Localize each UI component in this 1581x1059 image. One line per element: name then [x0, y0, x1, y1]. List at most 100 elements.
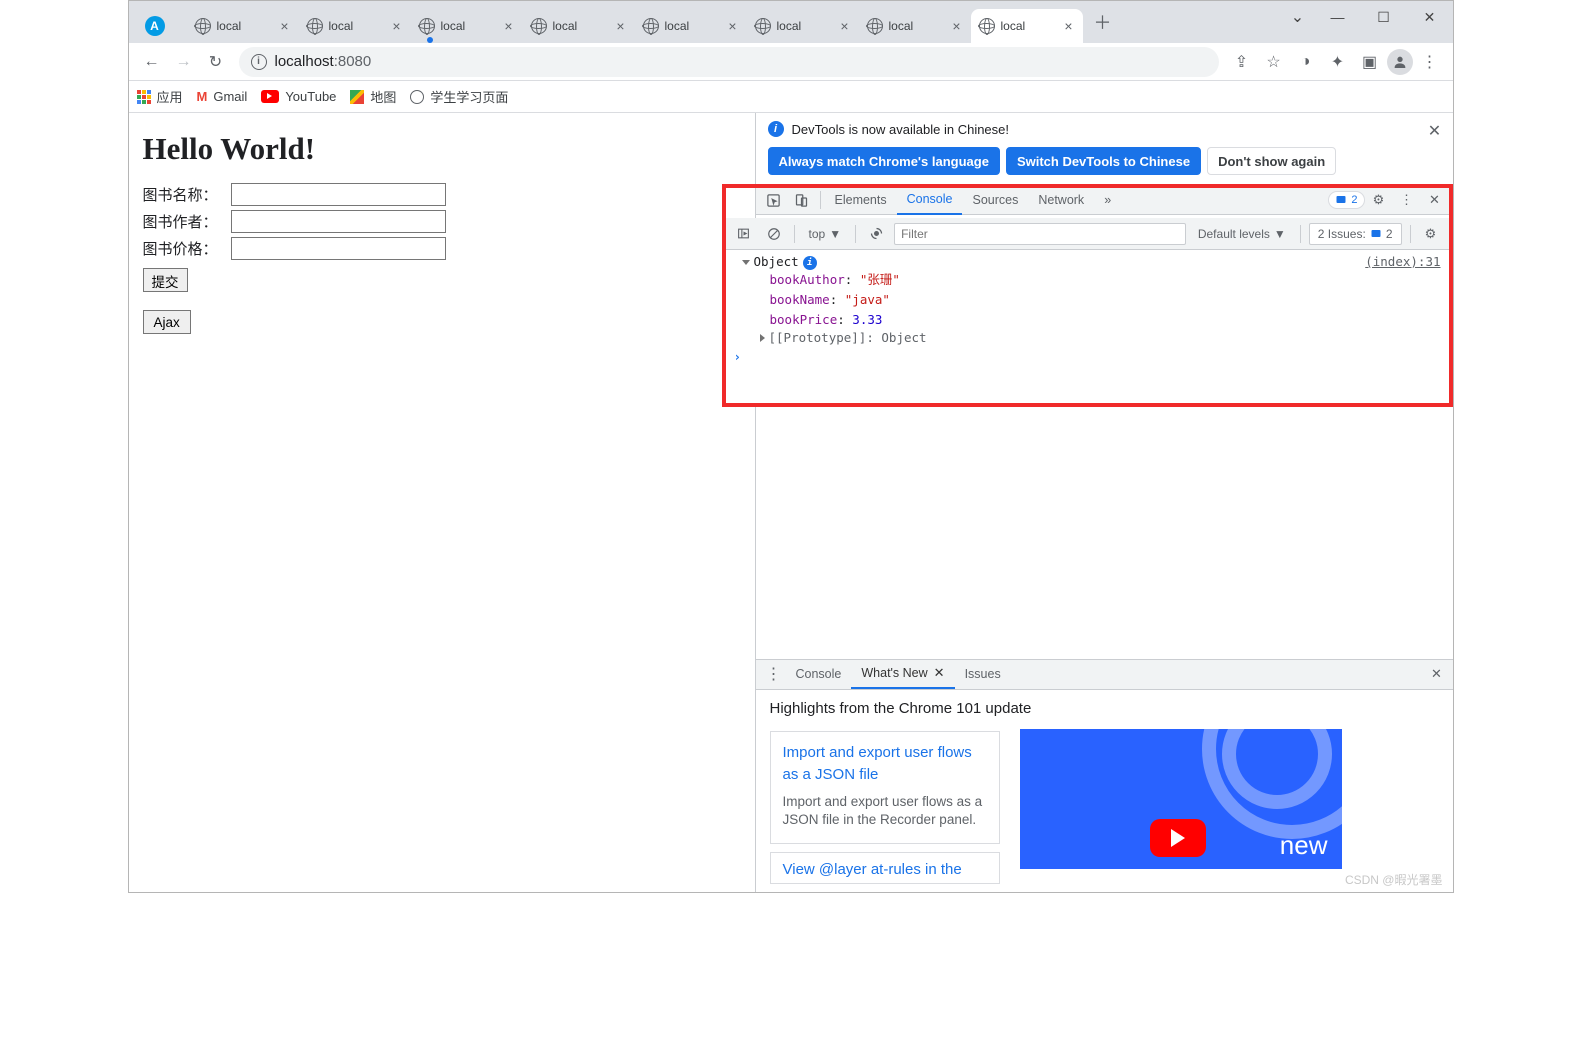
bookmark-gmail[interactable]: MGmail	[197, 89, 248, 104]
minimize-button[interactable]: —	[1315, 2, 1361, 32]
tab-4[interactable]: local×	[523, 9, 635, 43]
tab-5[interactable]: local×	[635, 9, 747, 43]
banner-switch-chinese-button[interactable]: Switch DevTools to Chinese	[1006, 147, 1201, 175]
bookmark-apps[interactable]: 应用	[137, 87, 183, 106]
reload-button[interactable]: ↻	[201, 47, 231, 77]
drawer-tabbar: ⋮ Console What's New✕ Issues ✕	[756, 660, 1453, 690]
bookmark-star-icon[interactable]: ☆	[1259, 47, 1289, 77]
submit-button[interactable]: 提交	[143, 268, 188, 292]
whatsnew-card-2[interactable]: View @layer at-rules in the	[770, 852, 1000, 884]
live-expression-icon[interactable]	[864, 222, 888, 246]
close-icon[interactable]: ✕	[934, 665, 945, 681]
banner-always-match-button[interactable]: Always match Chrome's language	[768, 147, 1000, 175]
console-prompt[interactable]: ›	[732, 345, 1441, 364]
form-row-bookauthor: 图书作者：	[143, 210, 741, 233]
tab-app[interactable]: A	[137, 9, 187, 43]
banner-dont-show-button[interactable]: Don't show again	[1207, 147, 1336, 175]
tab-6[interactable]: local ×	[747, 9, 859, 43]
page-heading: Hello World!	[143, 131, 741, 167]
console-issues-button[interactable]: 2 Issues: 2	[1309, 223, 1402, 245]
drawer-close-icon[interactable]: ✕	[1427, 664, 1447, 684]
console-output[interactable]: (index):31 Objecti bookAuthor: "张珊" book…	[726, 250, 1449, 403]
app-logo-icon: A	[145, 16, 165, 36]
youtube-play-icon[interactable]	[1150, 819, 1206, 857]
expand-arrow-icon[interactable]	[760, 334, 765, 342]
info-icon[interactable]: i	[803, 256, 817, 270]
extension-1-icon[interactable]: ◑	[1291, 47, 1321, 77]
browser-window: A local× local× local× local× local× loc…	[128, 0, 1454, 893]
expand-arrow-icon[interactable]	[742, 260, 750, 265]
window-close-button[interactable]: ✕	[1407, 2, 1453, 32]
bookprice-input[interactable]	[231, 237, 446, 260]
object-prop: bookName: "java"	[742, 290, 1441, 310]
devtools-panel: i DevTools is now available in Chinese! …	[756, 113, 1453, 892]
close-icon[interactable]: ×	[501, 18, 517, 34]
form-row-bookprice: 图书价格：	[143, 237, 741, 260]
tab-title: local	[329, 19, 383, 33]
bookname-input[interactable]	[231, 183, 446, 206]
drawer-menu-icon[interactable]: ⋮	[762, 664, 786, 684]
tab-3[interactable]: local×	[411, 9, 523, 43]
tab-8-active[interactable]: local×	[971, 9, 1083, 43]
bookmark-maps[interactable]: 地图	[350, 87, 396, 106]
devtools-drawer: ⋮ Console What's New✕ Issues ✕ Highlight…	[756, 659, 1453, 892]
tab-strip: A local× local× local× local× local× loc…	[129, 1, 1453, 43]
window-controls: ⌄ — ☐ ✕	[1281, 1, 1453, 33]
profile-avatar[interactable]	[1387, 49, 1413, 75]
close-icon[interactable]: ×	[613, 18, 629, 34]
tab-title: local	[889, 19, 943, 33]
close-icon[interactable]: ×	[837, 18, 853, 34]
console-sidebar-toggle-icon[interactable]	[732, 222, 756, 246]
forward-button[interactable]: →	[169, 47, 199, 77]
new-tab-button[interactable]: ＋	[1089, 8, 1117, 36]
address-bar[interactable]: i localhost:8080	[239, 47, 1219, 77]
sidepanel-icon[interactable]: ▣	[1355, 47, 1385, 77]
close-icon[interactable]: ×	[277, 18, 293, 34]
back-button[interactable]: ←	[137, 47, 167, 77]
site-info-icon[interactable]: i	[251, 54, 267, 70]
tab-2[interactable]: local ×	[299, 9, 411, 43]
whatsnew-card-1[interactable]: Import and export user flows as a JSON f…	[770, 731, 1000, 844]
bookmarks-bar: 应用 MGmail YouTube 地图 学生学习页面	[129, 81, 1453, 113]
whatsnew-promo[interactable]: new	[1020, 729, 1342, 869]
ajax-button[interactable]: Ajax	[143, 310, 191, 334]
close-icon[interactable]: ×	[949, 18, 965, 34]
menu-icon[interactable]: ⋮	[1415, 47, 1445, 77]
console-context-select[interactable]: top ▼	[803, 227, 848, 241]
devtools-language-banner: i DevTools is now available in Chinese! …	[756, 113, 1453, 186]
bookmark-student[interactable]: 学生学习页面	[410, 87, 508, 106]
globe-icon	[410, 90, 424, 104]
tab-1[interactable]: local×	[187, 9, 299, 43]
tabs-overflow-icon[interactable]: ⌄	[1281, 2, 1315, 32]
tab-7[interactable]: local ×	[859, 9, 971, 43]
clear-console-icon[interactable]	[762, 222, 786, 246]
content-area: Hello World! 图书名称： 图书作者： 图书价格： 提交 Ajax i…	[129, 113, 1453, 892]
drawer-tab-console[interactable]: Console	[786, 659, 852, 689]
close-icon[interactable]: ×	[389, 18, 405, 34]
close-icon[interactable]: ×	[1061, 18, 1077, 34]
maximize-button[interactable]: ☐	[1361, 2, 1407, 32]
globe-icon	[195, 18, 211, 34]
close-icon[interactable]: ×	[725, 18, 741, 34]
globe-icon	[531, 18, 547, 34]
console-levels-select[interactable]: Default levels ▼	[1192, 227, 1292, 241]
console-object[interactable]: Objecti bookAuthor: "张珊" bookName: "java…	[732, 254, 1441, 345]
extensions-icon[interactable]: ✦	[1323, 47, 1353, 77]
globe-icon	[755, 18, 771, 34]
share-icon[interactable]: ⇪	[1227, 47, 1257, 77]
drawer-tab-whatsnew[interactable]: What's New✕	[851, 659, 954, 689]
tab-title: local	[777, 19, 831, 33]
url-text: localhost:8080	[275, 53, 372, 70]
drawer-body: Highlights from the Chrome 101 update Im…	[756, 690, 1453, 892]
card-title: View @layer at-rules in the	[783, 859, 987, 882]
console-filter-input[interactable]	[894, 223, 1186, 245]
banner-close-icon[interactable]: ✕	[1425, 121, 1445, 141]
object-prototype[interactable]: [[Prototype]]: Object	[742, 330, 1441, 345]
globe-icon	[307, 18, 323, 34]
bookauthor-label: 图书作者：	[143, 211, 225, 232]
card-title: Import and export user flows as a JSON f…	[783, 742, 987, 787]
bookauthor-input[interactable]	[231, 210, 446, 233]
drawer-tab-issues[interactable]: Issues	[955, 659, 1011, 689]
bookmark-youtube[interactable]: YouTube	[261, 89, 336, 104]
console-settings-icon[interactable]: ⚙	[1419, 222, 1443, 246]
